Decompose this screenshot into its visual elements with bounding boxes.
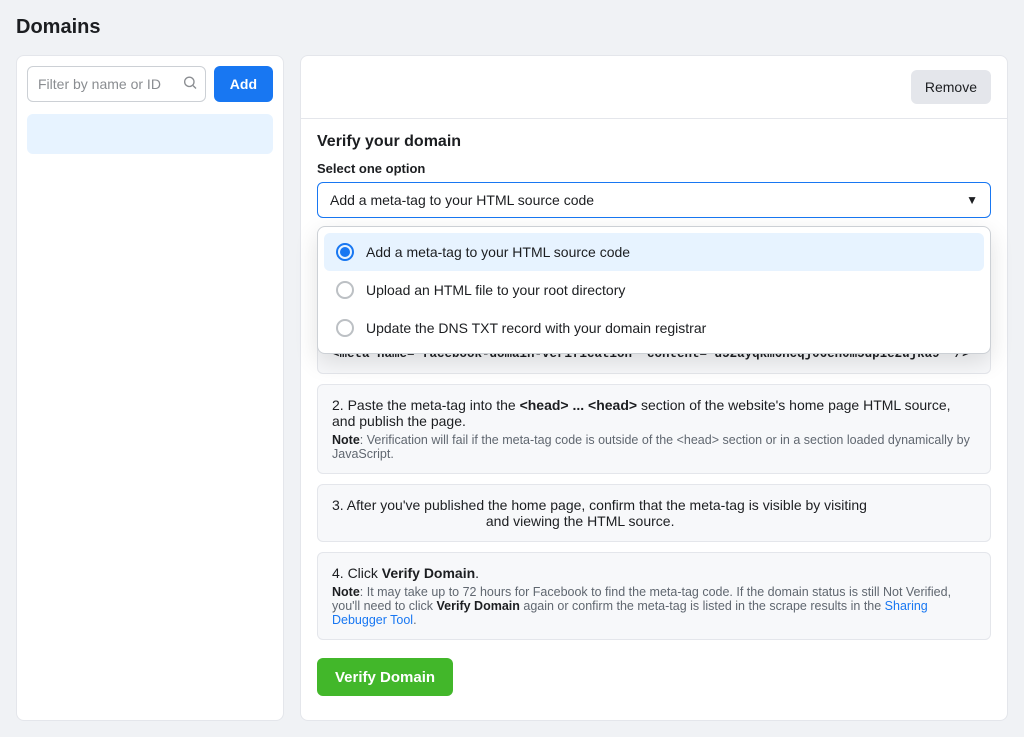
option-label: Update the DNS TXT record with your doma… [366, 320, 706, 336]
note-label: Note [332, 585, 360, 599]
step2-prefix: 2. Paste the meta-tag into the [332, 397, 520, 413]
select-value: Add a meta-tag to your HTML source code [330, 192, 594, 208]
radio-icon [336, 281, 354, 299]
step2-bold: <head> ... <head> [520, 397, 638, 413]
verification-method-select[interactable]: Add a meta-tag to your HTML source code … [317, 182, 991, 218]
remove-button[interactable]: Remove [911, 70, 991, 104]
option-label: Upload an HTML file to your root directo… [366, 282, 625, 298]
step4-prefix: 4. Click [332, 565, 382, 581]
option-html-file[interactable]: Upload an HTML file to your root directo… [324, 271, 984, 309]
verification-method-dropdown: Add a meta-tag to your HTML source code … [317, 226, 991, 354]
search-input[interactable] [27, 66, 206, 102]
radio-icon [336, 243, 354, 261]
step-2: 2. Paste the meta-tag into the <head> ..… [317, 384, 991, 474]
verify-title: Verify your domain [317, 133, 991, 151]
search-wrap [27, 66, 206, 102]
sidebar: Add [16, 55, 284, 721]
step2-note: : Verification will fail if the meta-tag… [332, 433, 970, 461]
domain-list-item-selected[interactable] [27, 114, 273, 154]
step4-suffix: . [475, 565, 479, 581]
chevron-down-icon: ▼ [966, 193, 978, 207]
page-title: Domains [16, 16, 1008, 39]
step4-note-c: . [413, 613, 416, 627]
step-4: 4. Click Verify Domain. Note: It may tak… [317, 552, 991, 640]
option-dns-txt[interactable]: Update the DNS TXT record with your doma… [324, 309, 984, 347]
step-3: 3. After you've published the home page,… [317, 484, 991, 542]
step4-note-bold: Verify Domain [437, 599, 520, 613]
verify-domain-button[interactable]: Verify Domain [317, 658, 453, 696]
select-label: Select one option [317, 161, 991, 176]
main-panel: Remove Verify your domain Select one opt… [300, 55, 1008, 721]
option-meta-tag[interactable]: Add a meta-tag to your HTML source code [324, 233, 984, 271]
step3-a: 3. After you've published the home page,… [332, 497, 867, 513]
radio-icon [336, 319, 354, 337]
step3-b: and viewing the HTML source. [486, 513, 675, 529]
add-button[interactable]: Add [214, 66, 273, 102]
option-label: Add a meta-tag to your HTML source code [366, 244, 630, 260]
main-header: Remove [301, 56, 1007, 119]
step4-bold: Verify Domain [382, 565, 475, 581]
step4-note-b: again or confirm the meta-tag is listed … [520, 599, 885, 613]
note-label: Note [332, 433, 360, 447]
